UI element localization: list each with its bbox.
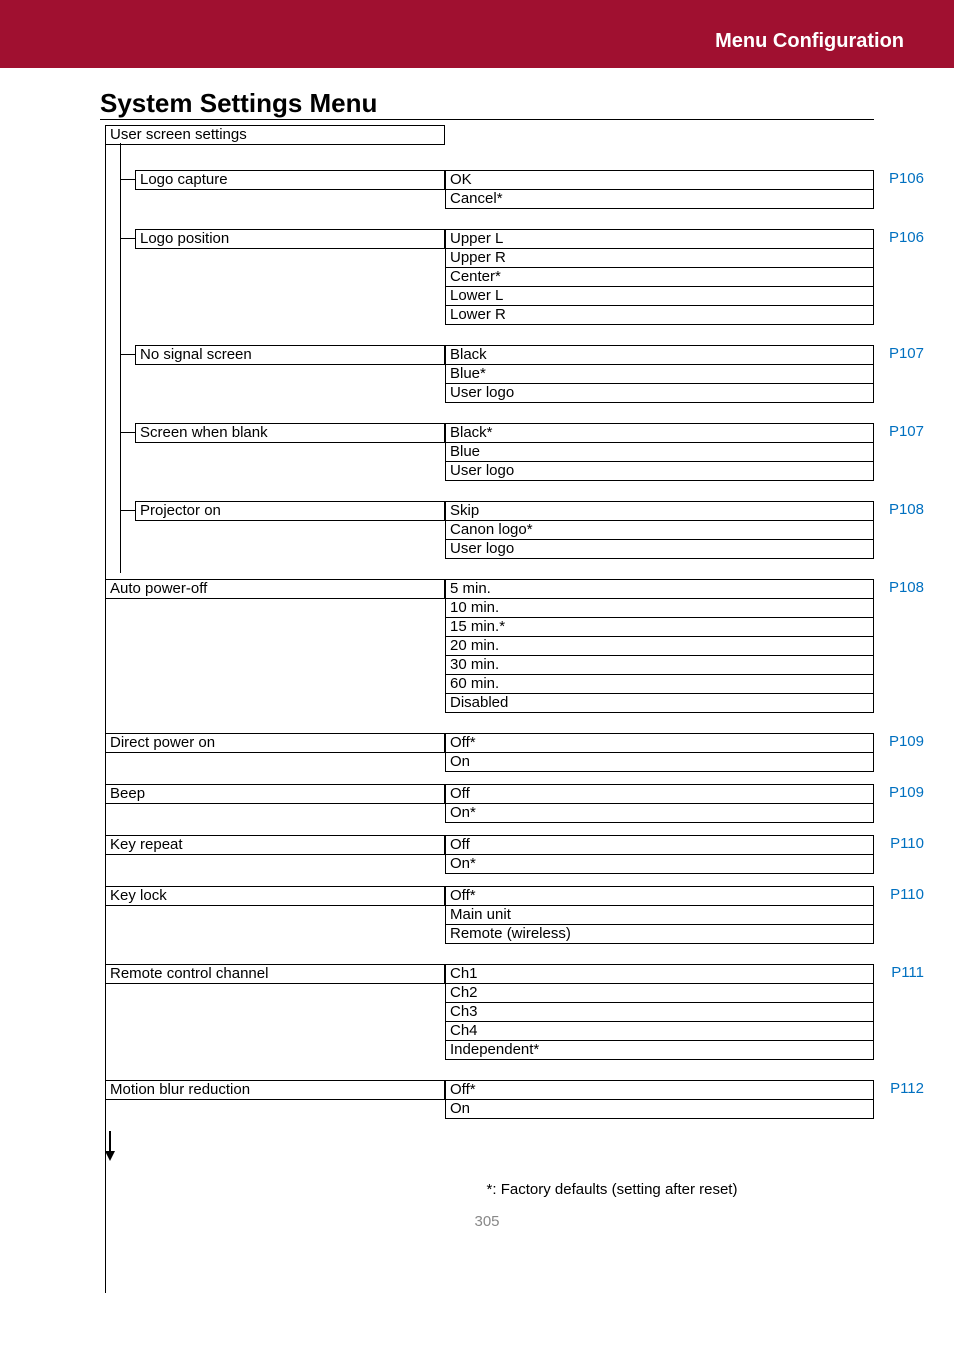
page-reference-link[interactable]: P110	[890, 886, 924, 903]
option-value: Ch1	[445, 964, 874, 984]
option-value: 30 min.	[445, 656, 874, 675]
menu-section: Motion blur reductionOff*OnP112	[105, 1080, 874, 1119]
page-number: 305	[100, 1213, 874, 1230]
menu-sublabel: No signal screen	[135, 345, 445, 365]
option-value: Skip	[445, 501, 874, 521]
menu-section: Key lockOff*Main unitRemote (wireless)P1…	[105, 886, 874, 944]
option-value: 5 min.	[445, 579, 874, 599]
menu-sublabel: Projector on	[135, 501, 445, 521]
menu-label: Direct power on	[105, 733, 445, 753]
page-reference-link[interactable]: P108	[889, 501, 924, 518]
menu-sublabel: Logo capture	[135, 170, 445, 190]
continuation-arrow-icon	[105, 1131, 874, 1161]
option-value: Blue	[445, 443, 874, 462]
option-value: User logo	[445, 384, 874, 403]
option-value: On	[445, 1100, 874, 1119]
option-value: Ch2	[445, 984, 874, 1003]
option-value: Off*	[445, 733, 874, 753]
menu-subsection: Logo captureOKCancel*P106	[105, 170, 874, 209]
option-value: 20 min.	[445, 637, 874, 656]
menu-label-user-screen: User screen settings	[105, 125, 445, 145]
page-reference-link[interactable]: P107	[889, 345, 924, 362]
option-value: Cancel*	[445, 190, 874, 209]
option-value: Upper R	[445, 249, 874, 268]
option-value: Off	[445, 835, 874, 855]
option-value: Lower R	[445, 306, 874, 325]
option-value: 10 min.	[445, 599, 874, 618]
page-reference-link[interactable]: P109	[889, 784, 924, 801]
option-value: Independent*	[445, 1041, 874, 1060]
menu-label: Beep	[105, 784, 445, 804]
option-value: OK	[445, 170, 874, 190]
option-value: Black	[445, 345, 874, 365]
page-reference-link[interactable]: P109	[889, 733, 924, 750]
menu-section: Direct power onOff*OnP109	[105, 733, 874, 772]
menu-label: Key repeat	[105, 835, 445, 855]
option-value: Ch4	[445, 1022, 874, 1041]
menu-group-root: User screen settings	[105, 125, 874, 145]
content-area: System Settings Menu User screen setting…	[0, 68, 954, 1260]
option-value: Lower L	[445, 287, 874, 306]
option-value: Remote (wireless)	[445, 925, 874, 944]
page-reference-link[interactable]: P106	[889, 170, 924, 187]
option-value: On*	[445, 855, 874, 874]
menu-label: Auto power-off	[105, 579, 445, 599]
page-title: System Settings Menu	[100, 88, 874, 120]
menu-subsection: No signal screenBlackBlue*User logoP107	[105, 345, 874, 403]
option-value: Center*	[445, 268, 874, 287]
tree-connector	[120, 179, 135, 180]
menu-section: Key repeatOffOn*P110	[105, 835, 874, 874]
option-value: Main unit	[445, 906, 874, 925]
menu-sublabel: Logo position	[135, 229, 445, 249]
menu-subsection: Projector onSkipCanon logo*User logoP108	[105, 501, 874, 559]
menu-label: Key lock	[105, 886, 445, 906]
option-value: Upper L	[445, 229, 874, 249]
footnote: *: Factory defaults (setting after reset…	[350, 1181, 874, 1198]
tree-connector	[120, 510, 135, 511]
option-value: On*	[445, 804, 874, 823]
page-reference-link[interactable]: P110	[890, 835, 924, 852]
menu-label: Remote control channel	[105, 964, 445, 984]
tree-connector	[120, 354, 135, 355]
menu-sublabel: Screen when blank	[135, 423, 445, 443]
option-value: Disabled	[445, 694, 874, 713]
menu-tree: User screen settings Logo captureOKCance…	[105, 125, 874, 1161]
option-value: User logo	[445, 462, 874, 481]
menu-subsection: Logo positionUpper LUpper RCenter*Lower …	[105, 229, 874, 325]
tree-connector	[120, 432, 135, 433]
option-value: User logo	[445, 540, 874, 559]
page-reference-link[interactable]: P111	[891, 964, 924, 981]
menu-subsection: Screen when blankBlack*BlueUser logoP107	[105, 423, 874, 481]
option-value: Black*	[445, 423, 874, 443]
menu-section: Remote control channelCh1Ch2Ch3Ch4Indepe…	[105, 964, 874, 1060]
header-title: Menu Configuration	[715, 30, 904, 52]
page-reference-link[interactable]: P108	[889, 579, 924, 596]
option-value: Blue*	[445, 365, 874, 384]
page-reference-link[interactable]: P106	[889, 229, 924, 246]
page-reference-link[interactable]: P112	[890, 1080, 924, 1097]
header-bar: Menu Configuration	[0, 0, 954, 68]
menu-label: Motion blur reduction	[105, 1080, 445, 1100]
tree-connector	[120, 238, 135, 239]
option-value: 60 min.	[445, 675, 874, 694]
option-value: Canon logo*	[445, 521, 874, 540]
option-value: On	[445, 753, 874, 772]
option-value: Ch3	[445, 1003, 874, 1022]
option-value: Off*	[445, 1080, 874, 1100]
menu-section: Auto power-off5 min.10 min.15 min.*20 mi…	[105, 579, 874, 713]
option-value: Off	[445, 784, 874, 804]
option-value: Off*	[445, 886, 874, 906]
page-reference-link[interactable]: P107	[889, 423, 924, 440]
menu-section: BeepOffOn*P109	[105, 784, 874, 823]
option-value: 15 min.*	[445, 618, 874, 637]
